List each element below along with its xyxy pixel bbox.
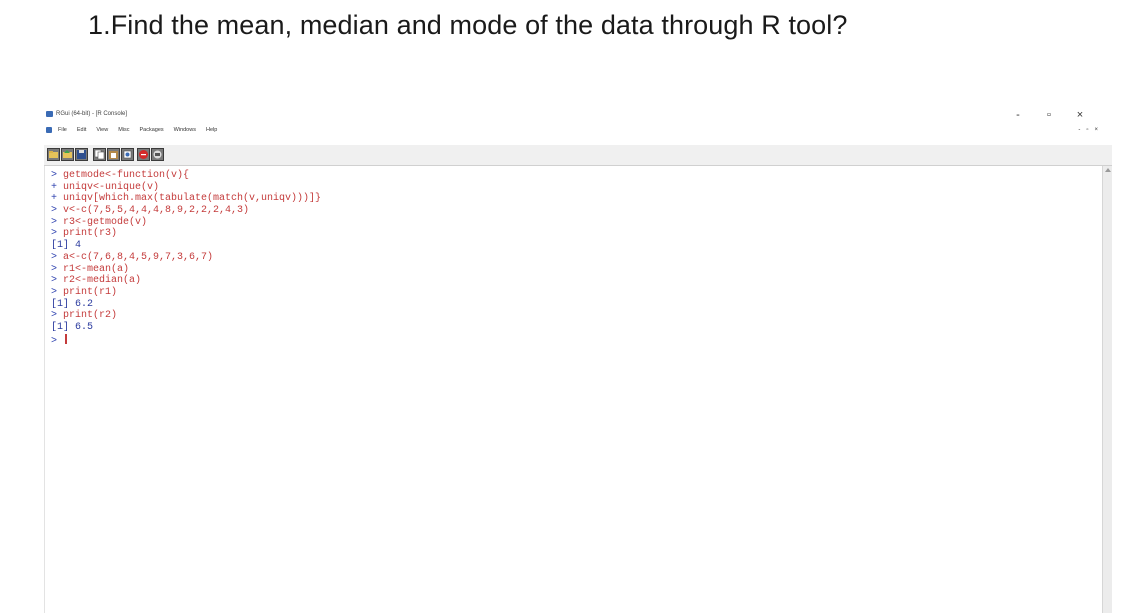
console-command: r1<-mean(a) — [63, 263, 130, 275]
menubar: File Edit View Misc Packages Windows Help - ▫ … — [44, 124, 1112, 136]
console-close-button[interactable]: × — [1094, 127, 1098, 133]
console-command: print(r3) — [63, 228, 118, 240]
console-command: uniqv[which.max(tabulate(match(v,uniqv))… — [63, 193, 322, 205]
console-command: uniqv<-unique(v) — [63, 181, 160, 193]
prompt-symbol: > — [51, 335, 64, 347]
open-script-button[interactable] — [47, 148, 60, 161]
console-line: > print(r2) — [51, 310, 321, 322]
console-line: [1] 4 — [51, 240, 321, 252]
console-scrollbar[interactable] — [1102, 166, 1112, 613]
console-controls: - ▫ × — [1078, 127, 1098, 133]
menu-windows[interactable]: Windows — [174, 127, 196, 133]
console-result: [1] 6.2 — [51, 298, 94, 310]
prompt-symbol: > — [51, 216, 64, 228]
r-app-icon — [46, 111, 53, 117]
console-command: r3<-getmode(v) — [63, 216, 148, 228]
r-console[interactable]: > getmode<-function(v){+ uniqv<-unique(v… — [44, 166, 1103, 613]
text-cursor[interactable] — [65, 333, 68, 344]
copy-paste-button[interactable] — [121, 148, 134, 161]
rgui-window: RGui (64-bit) - [R Console] - ▫ × File Ed… — [44, 107, 1112, 613]
restore-button[interactable]: ▫ — [1035, 109, 1063, 121]
copy-button[interactable] — [93, 148, 106, 161]
scroll-up-icon[interactable] — [1105, 168, 1111, 172]
menu-view[interactable]: View — [96, 127, 108, 133]
folder-icon — [49, 151, 58, 158]
copy-paste-icon — [123, 150, 132, 159]
console-line: [1] 6.5 — [51, 322, 321, 334]
prompt-symbol: > — [51, 228, 64, 240]
menu-items: File Edit View Misc Packages Windows Help — [58, 127, 217, 133]
save-icon — [77, 150, 86, 159]
window-titlebar: RGui (64-bit) - [R Console] - ▫ × — [44, 107, 1112, 123]
menu-help[interactable]: Help — [206, 127, 217, 133]
console-command: getmode<-function(v){ — [63, 170, 190, 181]
console-result: [1] 6.5 — [51, 321, 94, 333]
paste-icon — [109, 151, 118, 159]
console-line: > r3<-getmode(v) — [51, 217, 321, 229]
menu-misc[interactable]: Misc — [118, 127, 129, 133]
console-line: + uniqv<-unique(v) — [51, 182, 321, 194]
prompt-symbol: + — [51, 181, 64, 193]
menu-file[interactable]: File — [58, 127, 67, 133]
console-command: a<-c(7,6,8,4,5,9,7,3,6,7) — [63, 251, 214, 263]
prompt-symbol: > — [51, 310, 64, 322]
console-output: > getmode<-function(v){+ uniqv<-unique(v… — [51, 170, 321, 347]
console-line: [1] 6.2 — [51, 299, 321, 311]
stop-button[interactable] — [137, 148, 150, 161]
console-command: print(r2) — [63, 310, 118, 322]
console-line: > r2<-median(a) — [51, 275, 321, 287]
load-icon — [63, 150, 72, 158]
save-workspace-button[interactable] — [75, 148, 88, 161]
stop-icon — [139, 150, 148, 159]
prompt-symbol: > — [51, 205, 64, 217]
paste-button[interactable] — [107, 148, 120, 161]
console-doc-icon — [46, 127, 52, 133]
console-command: print(r1) — [63, 286, 118, 298]
console-line: > — [51, 333, 321, 347]
slide-title: 1.Find the mean, median and mode of the … — [88, 10, 848, 40]
console-line: > a<-c(7,6,8,4,5,9,7,3,6,7) — [51, 252, 321, 264]
console-command: v<-c(7,5,5,4,4,4,8,9,2,2,2,4,3) — [63, 205, 250, 217]
prompt-symbol: > — [51, 170, 64, 181]
console-minimize-button[interactable]: - — [1078, 127, 1080, 133]
close-button[interactable]: × — [1066, 109, 1094, 121]
load-workspace-button[interactable] — [61, 148, 74, 161]
console-line: > print(r3) — [51, 228, 321, 240]
menu-packages[interactable]: Packages — [140, 127, 164, 133]
prompt-symbol: + — [51, 193, 64, 205]
menu-edit[interactable]: Edit — [77, 127, 86, 133]
prompt-symbol: > — [51, 275, 64, 287]
console-line: > getmode<-function(v){ — [51, 170, 321, 182]
window-title: RGui (64-bit) - [R Console] — [56, 111, 128, 117]
copy-icon — [94, 149, 105, 160]
console-line: + uniqv[which.max(tabulate(match(v,uniqv… — [51, 193, 321, 205]
console-line: > r1<-mean(a) — [51, 264, 321, 276]
window-controls: - ▫ × — [1004, 107, 1094, 123]
console-restore-button[interactable]: ▫ — [1086, 127, 1088, 133]
console-line: > v<-c(7,5,5,4,4,4,8,9,2,2,2,4,3) — [51, 205, 321, 217]
minimize-button[interactable]: - — [1004, 109, 1032, 121]
console-result: [1] 4 — [51, 240, 82, 252]
console-line: > print(r1) — [51, 287, 321, 299]
console-command: r2<-median(a) — [63, 275, 142, 287]
toolbar — [44, 145, 1112, 166]
print-icon — [153, 150, 162, 159]
prompt-symbol: > — [51, 286, 64, 298]
prompt-symbol: > — [51, 263, 64, 275]
prompt-symbol: > — [51, 251, 64, 263]
print-button[interactable] — [151, 148, 164, 161]
